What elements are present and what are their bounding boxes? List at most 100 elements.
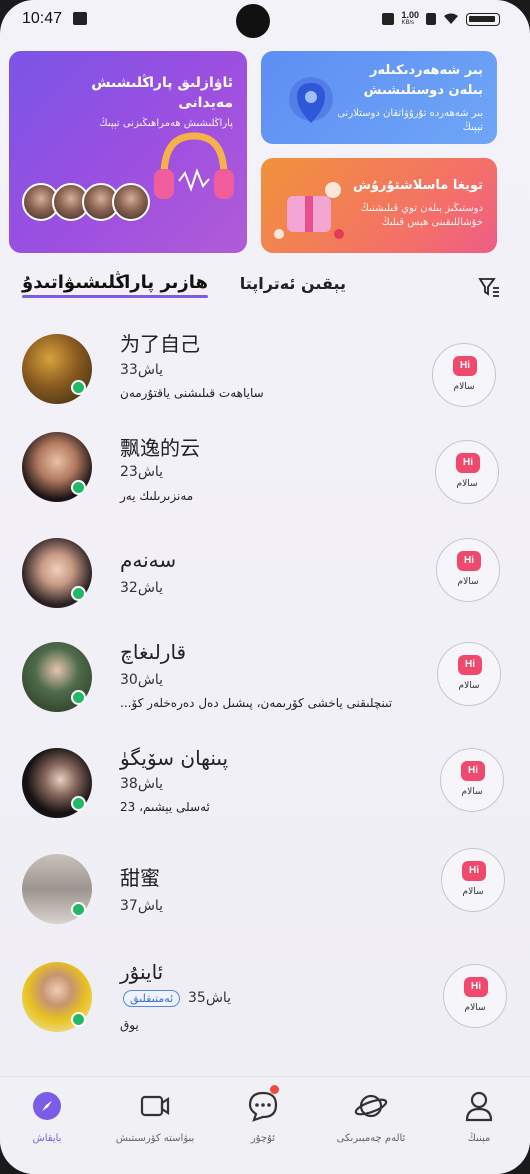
- say-hi-label: سالام: [462, 887, 484, 897]
- voice-room-banner[interactable]: ئاۋازلىق پاراڭلىشىش مەيدانى پاراڭلىشىش ھ…: [9, 51, 247, 253]
- say-hi-label: سالام: [458, 681, 480, 691]
- user-description: يوق: [120, 1018, 139, 1032]
- wedding-subtitle: دوستىڭىز بىلەن توي قىلىشنىڭ خۇشاللىقىنى …: [360, 203, 483, 228]
- bottom-navigation: بايقاش بىۋاستە كۆرسىتىش ئۇچۇر ئالەم چەمب…: [0, 1076, 530, 1174]
- voice-room-subtitle: پاراڭلىشىش ھەمراھىڭىزنى تېپىڭ: [99, 118, 233, 129]
- nav-discover-label: بايقاش: [32, 1133, 62, 1144]
- hi-icon: Hi: [462, 861, 486, 881]
- battery-icon: [466, 12, 500, 26]
- mute-icon: [382, 13, 395, 25]
- participant-avatar: [112, 183, 150, 221]
- user-name: 飘逸的云: [120, 436, 200, 460]
- chat-bubble-icon: [246, 1085, 280, 1123]
- say-hi-button[interactable]: Hi سالام: [441, 848, 505, 912]
- same-city-title: بىر شەھەردىكىلەر بىلەن دوستلىشىش: [363, 63, 483, 98]
- video-icon: [138, 1089, 172, 1123]
- user-age: 37ياش: [120, 898, 164, 914]
- list-item[interactable]: ئاينۇر 35ياش ئەمتىقلىق يوق Hi سالام: [0, 960, 530, 1064]
- net-speed-value: 1.00: [401, 10, 419, 20]
- hi-icon: Hi: [464, 977, 488, 997]
- list-item[interactable]: 飘逸的云 23ياش مەنزىرىلىك يەر Hi سالام: [0, 432, 530, 536]
- verified-badge: ئەمتىقلىق: [123, 990, 181, 1007]
- hi-icon: Hi: [456, 453, 480, 473]
- unread-badge: [270, 1085, 279, 1094]
- say-hi-button[interactable]: Hi سالام: [440, 748, 504, 812]
- user-name: ئاينۇر: [120, 960, 164, 984]
- hi-icon: Hi: [461, 761, 485, 781]
- app-screen: 10:47 1.00 KB/s ئاۋازلىق پاراڭلىشىش مەيد…: [0, 0, 530, 1174]
- say-hi-button[interactable]: Hi سالام: [435, 440, 499, 504]
- nav-live[interactable]: بىۋاستە كۆرسىتىش: [110, 1089, 200, 1144]
- status-bar: 10:47 1.00 KB/s: [0, 0, 530, 40]
- online-status-dot: [71, 586, 86, 601]
- planet-icon: [354, 1089, 388, 1123]
- list-item[interactable]: پىنھان سۆيگۈ 38ياش ئەسلى يېشىم، 23 Hi سا…: [0, 746, 530, 850]
- user-age: 30ياش: [120, 672, 164, 688]
- online-status-dot: [71, 796, 86, 811]
- online-status-dot: [71, 480, 86, 495]
- online-status-dot: [71, 902, 86, 917]
- headphones-icon: [154, 132, 234, 199]
- tab-nearby[interactable]: يېقىن ئەتراپتا: [240, 274, 346, 293]
- tab-online[interactable]: ھازىر پاراڭلىشىۋاتىدۇ: [22, 272, 208, 298]
- say-hi-label: سالام: [457, 577, 479, 587]
- person-icon: [462, 1089, 496, 1123]
- say-hi-label: سالام: [453, 382, 475, 392]
- user-name: قارلىغاچ: [120, 640, 187, 664]
- user-description: مەنزىرىلىك يەر: [120, 489, 194, 503]
- net-speed-unit: KB/s: [401, 20, 415, 26]
- user-name: سەنەم: [120, 548, 177, 572]
- front-camera: [236, 4, 270, 38]
- list-item[interactable]: 为了自己 33ياش ساياھەت قىلىشنى ياقتۇرمەن Hi …: [0, 328, 530, 432]
- say-hi-button[interactable]: Hi سالام: [432, 343, 496, 407]
- say-hi-label: سالام: [461, 787, 483, 797]
- sim-icon: [426, 13, 436, 25]
- wedding-banner[interactable]: تويغا ماسلاشتۇرۇش دوستىڭىز بىلەن توي قىل…: [261, 158, 497, 253]
- wifi-icon: [444, 13, 458, 24]
- user-age: 38ياش: [120, 776, 164, 792]
- compass-icon: [30, 1089, 64, 1123]
- list-item[interactable]: سەنەم 32ياش Hi سالام: [0, 536, 530, 640]
- list-tabs: ھازىر پاراڭلىشىۋاتىدۇ يېقىن ئەتراپتا: [0, 270, 530, 306]
- location-pin-icon: [289, 77, 333, 123]
- voice-room-participants: [22, 183, 150, 221]
- nav-me[interactable]: مېنىڭ: [434, 1089, 524, 1144]
- status-time: 10:47: [22, 10, 63, 27]
- say-hi-button[interactable]: Hi سالام: [437, 642, 501, 706]
- online-status-dot: [71, 380, 86, 395]
- online-status-dot: [71, 690, 86, 705]
- user-description: تىنچلىقنى ياخشى كۆرىمەن، پىشىل دەل دەرەخ…: [120, 696, 393, 710]
- list-item[interactable]: 甜蜜 37ياش Hi سالام: [0, 848, 530, 956]
- user-name: 甜蜜: [120, 866, 160, 890]
- say-hi-label: سالام: [464, 1003, 486, 1013]
- nav-live-label: بىۋاستە كۆرسىتىش: [115, 1133, 195, 1144]
- filter-icon[interactable]: [478, 276, 500, 298]
- user-name: 为了自己: [120, 332, 200, 356]
- user-age: 35ياش: [188, 990, 232, 1006]
- voice-room-title: ئاۋازلىق پاراڭلىشىش مەيدانى: [91, 75, 233, 111]
- hi-icon: Hi: [457, 551, 481, 571]
- nav-me-label: مېنىڭ: [467, 1133, 491, 1144]
- nav-discover[interactable]: بايقاش: [2, 1089, 92, 1144]
- user-description: ساياھەت قىلىشنى ياقتۇرمەن: [120, 386, 264, 400]
- list-item[interactable]: قارلىغاچ 30ياش تىنچلىقنى ياخشى كۆرىمەن، …: [0, 640, 530, 744]
- nav-messages-label: ئۇچۇر: [250, 1133, 276, 1144]
- nav-universe[interactable]: ئالەم چەمبىرىكى: [326, 1089, 416, 1144]
- same-city-banner[interactable]: بىر شەھەردىكىلەر بىلەن دوستلىشىش بىر شەھ…: [261, 51, 497, 144]
- status-icons: 1.00 KB/s: [382, 11, 500, 27]
- user-name: پىنھان سۆيگۈ: [120, 746, 229, 770]
- same-city-subtitle: بىر شەھەردە تۇرۇۋاتقان دوستلارنى تېپىڭ: [337, 108, 483, 133]
- say-hi-button[interactable]: Hi سالام: [436, 538, 500, 602]
- user-age: 23ياش: [120, 464, 164, 480]
- nav-messages[interactable]: ئۇچۇر: [218, 1085, 308, 1144]
- net-speed: 1.00 KB/s: [401, 11, 419, 27]
- nav-universe-label: ئالەم چەمبىرىكى: [336, 1133, 406, 1144]
- wedding-gift-icon: [274, 182, 344, 239]
- say-hi-label: سالام: [456, 479, 478, 489]
- hi-icon: Hi: [453, 356, 477, 376]
- user-age: 33ياش: [120, 362, 164, 378]
- say-hi-button[interactable]: Hi سالام: [443, 964, 507, 1028]
- wedding-title: تويغا ماسلاشتۇرۇش: [353, 178, 483, 193]
- online-status-dot: [71, 1012, 86, 1027]
- user-description: ئەسلى يېشىم، 23: [120, 800, 210, 814]
